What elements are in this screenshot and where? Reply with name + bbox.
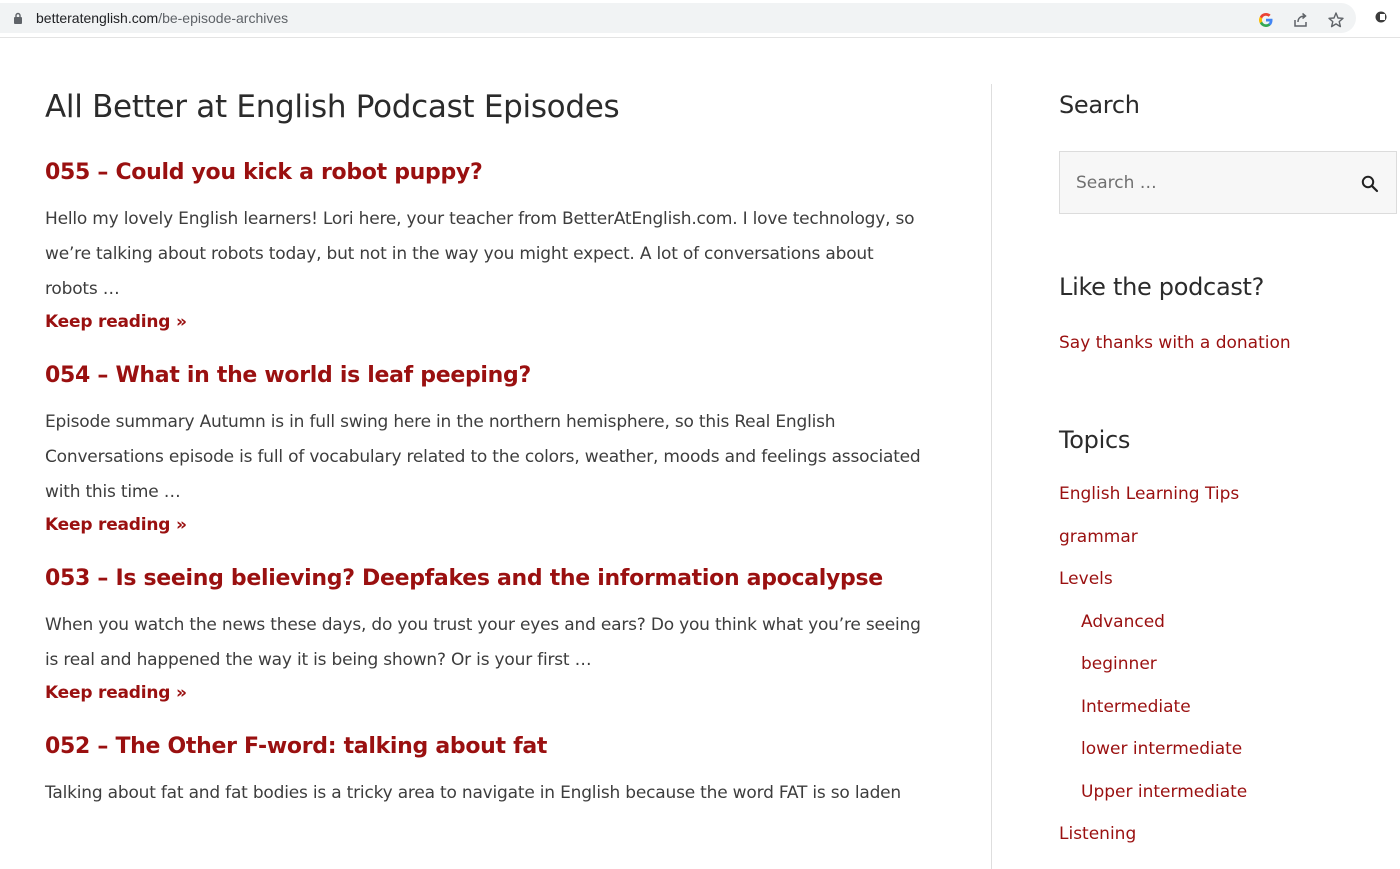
- episode-title-link[interactable]: 053 – Is seeing believing? Deepfakes and…: [45, 564, 925, 594]
- topic-item: Levels: [1059, 567, 1400, 610]
- star-icon[interactable]: [1327, 11, 1345, 29]
- topic-link-upper-intermediate[interactable]: Upper intermediate: [1081, 782, 1247, 802]
- episode-item: 052 – The Other F-word: talking about fa…: [45, 732, 925, 811]
- google-icon[interactable]: [1257, 11, 1275, 29]
- address-bar[interactable]: betteratenglish.com/be-episode-archives: [0, 3, 1356, 33]
- like-widget-title: Like the podcast?: [1059, 273, 1265, 301]
- column-divider: [991, 84, 992, 869]
- topic-link-intermediate[interactable]: Intermediate: [1081, 697, 1191, 717]
- topic-link-advanced[interactable]: Advanced: [1081, 612, 1165, 632]
- url-text[interactable]: betteratenglish.com/be-episode-archives: [36, 10, 288, 26]
- main-content: All Better at English Podcast Episodes 0…: [45, 84, 925, 811]
- search-input[interactable]: [1060, 152, 1350, 213]
- topic-link-levels[interactable]: Levels: [1059, 569, 1113, 589]
- search-widget-title: Search: [1059, 91, 1140, 119]
- url-path: /be-episode-archives: [158, 10, 289, 26]
- search-box: [1059, 151, 1397, 214]
- topic-subitem: Intermediate: [1059, 695, 1400, 738]
- episode-excerpt: Episode summary Autumn is in full swing …: [45, 412, 921, 502]
- topic-item: grammar: [1059, 525, 1400, 568]
- topics-list: English Learning Tips grammar Levels Adv…: [1059, 482, 1400, 865]
- topic-link-grammar[interactable]: grammar: [1059, 527, 1138, 547]
- topic-link-listening[interactable]: Listening: [1059, 824, 1136, 844]
- topic-link-lower-intermediate[interactable]: lower intermediate: [1081, 739, 1242, 759]
- topic-link-english-learning-tips[interactable]: English Learning Tips: [1059, 484, 1239, 504]
- episode-excerpt: Talking about fat and fat bodies is a tr…: [45, 783, 902, 803]
- sidebar: Search Like the podcast? Say thanks with…: [1059, 84, 1400, 865]
- topic-item: English Learning Tips: [1059, 482, 1400, 525]
- search-icon[interactable]: [1360, 174, 1380, 194]
- topics-widget: Topics English Learning Tips grammar Lev…: [1059, 419, 1400, 865]
- keep-reading-link[interactable]: Keep reading »: [45, 307, 187, 337]
- episode-title-link[interactable]: 055 – Could you kick a robot puppy?: [45, 158, 925, 188]
- like-podcast-widget: Like the podcast? Say thanks with a dona…: [1059, 266, 1400, 355]
- episode-item: 054 – What in the world is leaf peeping?…: [45, 361, 925, 540]
- episode-excerpt: When you watch the news these days, do y…: [45, 615, 921, 670]
- topic-item: Listening: [1059, 822, 1400, 865]
- share-icon[interactable]: [1292, 11, 1310, 29]
- episode-excerpt: Hello my lovely English learners! Lori h…: [45, 209, 915, 299]
- episode-title-link[interactable]: 052 – The Other F-word: talking about fa…: [45, 732, 925, 762]
- search-widget: Search: [1059, 84, 1400, 214]
- topic-subitem: Upper intermediate: [1059, 780, 1400, 823]
- page-title: All Better at English Podcast Episodes: [45, 89, 620, 125]
- topic-link-beginner[interactable]: beginner: [1081, 654, 1157, 674]
- keep-reading-link[interactable]: Keep reading »: [45, 678, 187, 708]
- donation-link[interactable]: Say thanks with a donation: [1059, 331, 1400, 355]
- topic-subitem: lower intermediate: [1059, 737, 1400, 780]
- url-domain: betteratenglish.com: [36, 10, 159, 26]
- episode-item: 055 – Could you kick a robot puppy? Hell…: [45, 158, 925, 337]
- episode-title-link[interactable]: 054 – What in the world is leaf peeping?: [45, 361, 925, 391]
- episode-item: 053 – Is seeing believing? Deepfakes and…: [45, 564, 925, 708]
- browser-toolbar: betteratenglish.com/be-episode-archives: [0, 0, 1400, 38]
- topic-subitem: beginner: [1059, 652, 1400, 695]
- topic-subitem: Advanced: [1059, 610, 1400, 653]
- topics-widget-title: Topics: [1059, 426, 1131, 454]
- lock-icon[interactable]: [13, 12, 23, 24]
- extension-icon[interactable]: [1374, 10, 1388, 24]
- keep-reading-link[interactable]: Keep reading »: [45, 510, 187, 540]
